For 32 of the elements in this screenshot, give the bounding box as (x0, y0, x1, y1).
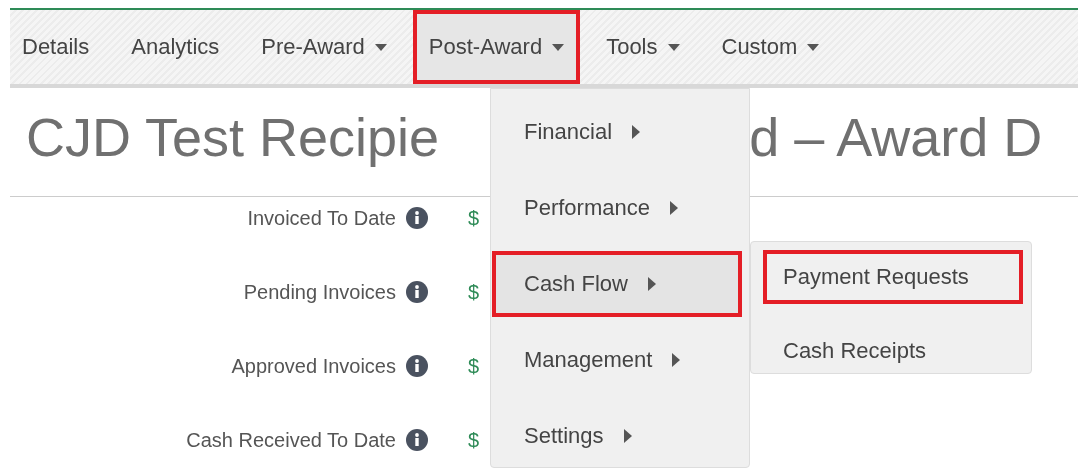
nav-tab[interactable]: Analytics (115, 10, 236, 84)
field-label: Pending Invoices (243, 280, 396, 304)
page-title: CJD Test Recipie (26, 110, 440, 169)
caret-icon (647, 277, 656, 291)
nav-tab[interactable]: Pre-Award (245, 10, 403, 84)
field-value: $ (468, 207, 480, 229)
field-value: $ (468, 429, 480, 451)
nav-tab[interactable]: Details (10, 10, 106, 84)
nav-tab[interactable]: Tools (590, 10, 696, 84)
field-label: Cash Received To Date (186, 428, 396, 452)
nav-tab[interactable]: Custom (705, 10, 836, 84)
info-icon[interactable] (406, 281, 428, 303)
caret-icon (623, 429, 632, 443)
info-icon[interactable] (406, 207, 428, 229)
info-icon[interactable] (406, 355, 428, 377)
info-icon[interactable] (406, 429, 428, 451)
menu-item[interactable]: Performance (492, 175, 742, 241)
menu-item[interactable]: Management (492, 327, 742, 393)
menu-item[interactable]: Cash Flow (492, 251, 742, 317)
menu-item[interactable]: Settings (492, 403, 742, 469)
caret-icon (669, 201, 678, 215)
menu-item[interactable]: Cash Receipts (763, 324, 1023, 378)
nav-tab[interactable]: Post-Award (412, 10, 581, 84)
caret-icon (632, 125, 641, 139)
field-label: Invoiced To Date (247, 206, 396, 230)
field-value: $ (468, 281, 480, 303)
field-label: Approved Invoices (231, 354, 396, 378)
page-title: d – Award D (749, 110, 1043, 169)
field-value: $ (468, 355, 480, 377)
menu-item[interactable]: Payment Requests (763, 250, 1023, 304)
caret-icon (672, 353, 681, 367)
menu-item[interactable]: Financial (492, 99, 742, 165)
